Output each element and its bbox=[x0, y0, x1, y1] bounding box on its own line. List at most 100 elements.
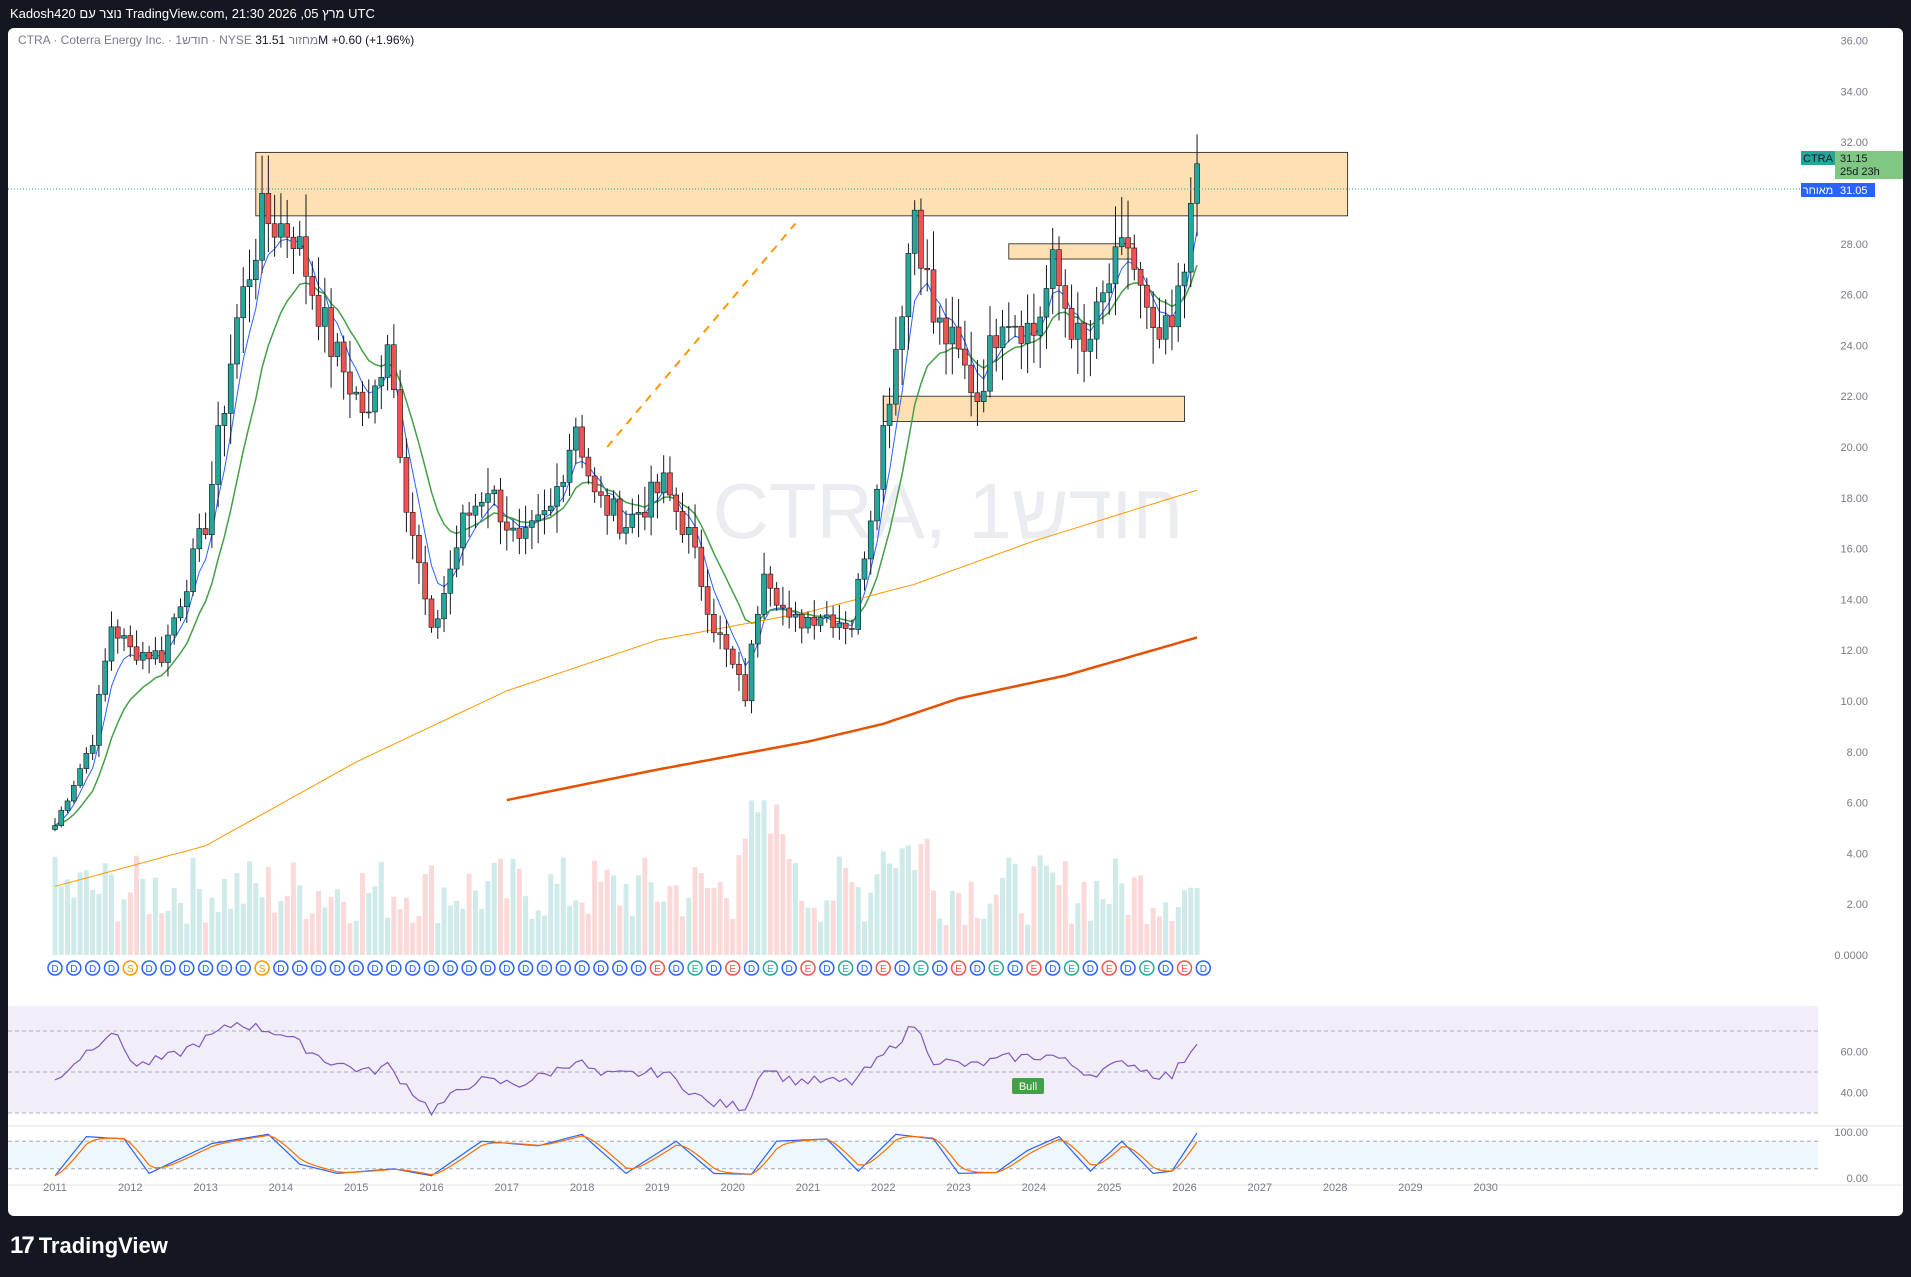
trend-line[interactable] bbox=[606, 222, 797, 448]
candle-body bbox=[974, 392, 981, 402]
event-marker-label: D bbox=[1049, 964, 1056, 975]
volume-bar bbox=[385, 917, 391, 955]
event-marker-label: E bbox=[842, 964, 849, 975]
candle-body bbox=[334, 341, 341, 357]
candle-body bbox=[1175, 285, 1182, 328]
volume-bar bbox=[912, 869, 918, 955]
brand-footer[interactable]: 17 TradingView bbox=[10, 1226, 168, 1266]
volume-bar bbox=[108, 874, 114, 955]
volume-bar bbox=[855, 887, 861, 955]
price-tick-label: 0.0000 bbox=[1834, 950, 1868, 962]
legend-change: +0.60 (+1.96%) bbox=[331, 33, 415, 47]
volume-bar bbox=[861, 921, 867, 955]
event-marker-label: D bbox=[1162, 964, 1169, 975]
volume-bar bbox=[661, 901, 667, 955]
chart-panel[interactable]: CTRA, 1חודש D D D D S D D D D D D S D D D D D D D D D D D D D D D D… bbox=[8, 28, 1903, 1216]
volume-bar bbox=[987, 903, 993, 955]
event-marker-label: D bbox=[202, 964, 209, 975]
event-markers[interactable]: DDDDSDDDDDDSDDDDDDDDDDDDDDDDDDDDEDEDEDED… bbox=[47, 960, 1212, 976]
candle-body bbox=[547, 505, 554, 511]
volume-bar bbox=[805, 907, 811, 955]
candle-body bbox=[842, 622, 849, 629]
dashed-trend-line bbox=[606, 222, 797, 448]
candle-body bbox=[353, 391, 360, 395]
rsi-tick-label: 40.00 bbox=[1840, 1088, 1868, 1100]
volume-bar bbox=[1062, 861, 1068, 955]
candle-body bbox=[372, 385, 378, 413]
candle-body bbox=[171, 617, 178, 636]
volume-bar bbox=[203, 922, 209, 955]
symbol-legend[interactable]: CTRA · Coterra Energy Inc. · 1חודש · NYS… bbox=[18, 33, 414, 47]
candle-body bbox=[108, 626, 115, 662]
candle-body bbox=[874, 488, 880, 522]
time-axis[interactable]: 2011 2012 2013 2014 2015 2016 2017 2018 2019 2020… bbox=[43, 1182, 1498, 1194]
time-tick-label: 2013 bbox=[193, 1182, 217, 1194]
volume-bar bbox=[215, 912, 221, 955]
candle-body bbox=[71, 785, 77, 802]
candle-body bbox=[792, 613, 799, 618]
candle-body bbox=[246, 279, 253, 287]
candle-body bbox=[805, 617, 811, 629]
volume-bar bbox=[1150, 907, 1156, 955]
candle-body bbox=[748, 643, 755, 702]
symbol-tag: CTRA bbox=[1803, 153, 1834, 165]
rsi-bull-label: Bull bbox=[1012, 1078, 1044, 1094]
event-marker-label: E bbox=[1068, 964, 1075, 975]
volume-bar bbox=[767, 833, 773, 955]
candle-body bbox=[554, 486, 560, 507]
volume-bar bbox=[196, 888, 202, 955]
candle-body bbox=[121, 635, 127, 639]
volume-bar bbox=[717, 882, 723, 955]
candle-body bbox=[309, 276, 316, 296]
volume-bar bbox=[937, 918, 943, 955]
candle-body bbox=[1005, 326, 1012, 328]
candle-body bbox=[240, 286, 247, 319]
candle-body bbox=[855, 578, 862, 630]
candle-body bbox=[1018, 325, 1025, 344]
candle-body bbox=[127, 635, 134, 648]
volume-bar bbox=[880, 851, 886, 955]
candle-body bbox=[585, 456, 592, 477]
candle-body bbox=[604, 495, 611, 516]
price-tick-label: 10.00 bbox=[1840, 696, 1868, 708]
candle-body bbox=[1093, 301, 1100, 340]
volume-bar bbox=[460, 908, 466, 955]
volume-bar bbox=[391, 896, 397, 955]
stoch-tick-label: 100.00 bbox=[1834, 1127, 1868, 1139]
candle-body bbox=[1031, 322, 1037, 336]
rsi-pane[interactable]: 60.00 40.00 bbox=[8, 1006, 1903, 1127]
candle-body bbox=[202, 528, 209, 535]
stochastic-pane[interactable]: 100.00 0.00 bbox=[8, 1127, 1903, 1186]
candle-body bbox=[89, 745, 96, 754]
price-tick-label: 24.00 bbox=[1840, 340, 1868, 352]
volume-bar bbox=[209, 897, 215, 955]
chart-canvas[interactable]: CTRA, 1חודש D D D D S D D D D D D S D D D D D D D D D D D D D D D D… bbox=[8, 28, 1903, 1216]
volume-bar bbox=[234, 873, 240, 955]
event-marker-label: D bbox=[823, 964, 830, 975]
candle-body bbox=[165, 634, 171, 663]
time-tick-label: 2029 bbox=[1398, 1182, 1422, 1194]
price-zones[interactable] bbox=[255, 151, 1349, 423]
volume-bar bbox=[899, 848, 905, 955]
candle-body bbox=[1194, 163, 1200, 204]
volume-bar bbox=[799, 900, 805, 955]
event-marker-label: D bbox=[673, 964, 680, 975]
event-marker-label: D bbox=[70, 964, 77, 975]
volume-bar bbox=[1094, 880, 1100, 955]
price-tick-label: 22.00 bbox=[1840, 391, 1868, 403]
volume-bar bbox=[604, 869, 610, 955]
candle-body bbox=[522, 527, 529, 539]
volume-bar bbox=[636, 875, 642, 955]
volume-bar bbox=[328, 896, 334, 955]
volume-bar bbox=[447, 905, 453, 955]
event-marker-label: E bbox=[955, 964, 962, 975]
volume-bar bbox=[1037, 855, 1043, 955]
volume-bar bbox=[303, 919, 309, 955]
volume-bar bbox=[874, 874, 880, 955]
candle-body bbox=[397, 389, 403, 458]
candle-body bbox=[679, 511, 686, 535]
volume-bar bbox=[617, 905, 623, 955]
candle-body bbox=[510, 527, 516, 531]
volume-bar bbox=[541, 915, 547, 955]
volume-bar bbox=[1069, 923, 1075, 955]
